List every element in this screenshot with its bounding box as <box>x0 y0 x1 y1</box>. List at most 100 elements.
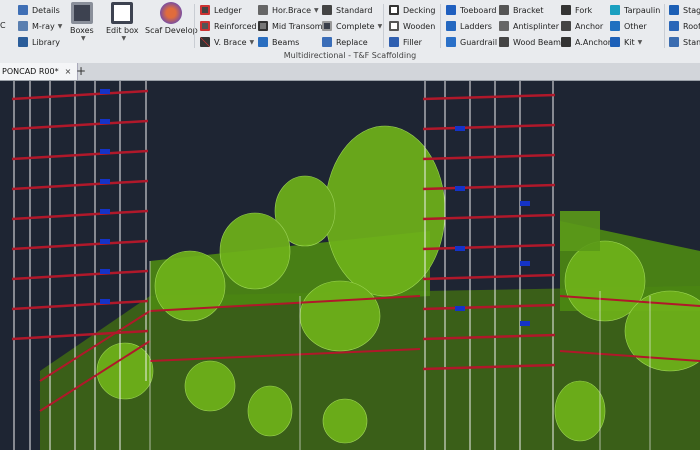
midtransom-button[interactable]: Mid Transom <box>258 19 323 33</box>
library-button[interactable]: Library <box>18 35 60 49</box>
replace-button[interactable]: Replace <box>322 35 368 49</box>
roof-label: Roof <box>683 21 700 31</box>
stage-label: Stage <box>683 5 700 15</box>
anchor-button[interactable]: Anchor <box>561 19 603 33</box>
other-icon <box>610 21 620 31</box>
bracket-icon <box>499 5 509 15</box>
ribbon-left-truncated: C <box>0 18 6 32</box>
replace-label: Replace <box>336 37 368 47</box>
vbrace-button[interactable]: V. Brace ▼ <box>200 35 254 49</box>
decking-icon <box>389 5 399 15</box>
mray-button[interactable]: M-ray ▼ <box>18 19 62 33</box>
antisplinter-button[interactable]: Antisplinter <box>499 19 559 33</box>
antisplinter-label: Antisplinter <box>513 21 560 31</box>
decking-label: Decking <box>403 5 436 15</box>
boxes-button[interactable]: Boxes ▼ <box>70 2 94 42</box>
guardrail-button[interactable]: Guardrail <box>446 35 497 49</box>
decking-button[interactable]: Decking <box>389 3 435 17</box>
standard-label: Standard <box>336 5 373 15</box>
complete-label: Complete <box>336 21 375 31</box>
kit-label: Kit <box>624 37 635 47</box>
chevron-down-icon: ▼ <box>121 35 127 42</box>
woodbeam-icon <box>499 37 509 47</box>
boxes-icon <box>70 2 93 24</box>
stand-label: Stand <box>683 37 700 47</box>
reinforced-label: Reinforced <box>214 21 257 31</box>
guardrail-label: Guardrail <box>460 37 498 47</box>
wooden-icon <box>389 21 399 31</box>
brace-icon <box>200 37 210 47</box>
horbrace-icon <box>258 5 268 15</box>
aanchor-button[interactable]: A.Anchor <box>561 35 611 49</box>
document-tab[interactable]: PONCAD R00* × <box>0 63 79 80</box>
tarpaulin-label: Tarpaulin <box>624 5 661 15</box>
replace-icon <box>322 37 332 47</box>
filler-icon <box>389 37 399 47</box>
standard-button[interactable]: Standard <box>322 3 372 17</box>
ribbon-separator <box>440 4 441 48</box>
other-button[interactable]: Other <box>610 19 647 33</box>
ladders-icon <box>446 21 456 31</box>
complete-button[interactable]: Complete ▼ <box>322 19 382 33</box>
reinforced-button[interactable]: Reinforced <box>200 19 257 33</box>
aanchor-icon <box>561 37 571 47</box>
roof-icon <box>669 21 679 31</box>
document-tab-bar: PONCAD R00* × + <box>0 63 700 81</box>
aanchor-label: A.Anchor <box>575 37 612 47</box>
fork-label: Fork <box>575 5 593 15</box>
new-tab-button[interactable]: + <box>76 64 86 78</box>
boxes-label: Boxes <box>70 26 94 35</box>
midtransom-icon <box>258 21 268 31</box>
kit-button[interactable]: Kit ▼ <box>610 35 642 49</box>
ledger-label: Ledger <box>214 5 242 15</box>
horbrace-label: Hor.Brace <box>272 5 312 15</box>
stage-button[interactable]: Stage <box>669 3 700 17</box>
woodbeam-button[interactable]: Wood Beam <box>499 35 561 49</box>
scaf-develop-label: Scaf Develop <box>145 26 198 35</box>
toeboard-label: Toeboard <box>460 5 497 15</box>
wooden-button[interactable]: Wooden <box>389 19 435 33</box>
stand-icon <box>669 37 679 47</box>
scaffold-3d-model <box>0 81 700 450</box>
library-label: Library <box>32 37 60 47</box>
ladders-label: Ladders <box>460 21 492 31</box>
stand-button[interactable]: Stand <box>669 35 700 49</box>
ribbon: C Details M-ray ▼ Library Boxes ▼ Edit box… <box>0 0 700 64</box>
anchor-icon <box>561 21 571 31</box>
beams-label: Beams <box>272 37 300 47</box>
details-icon <box>18 5 28 15</box>
details-button[interactable]: Details <box>18 3 60 17</box>
ledger-icon <box>200 5 210 15</box>
fork-button[interactable]: Fork <box>561 3 592 17</box>
stage-icon <box>669 5 679 15</box>
scaf-develop-button[interactable]: Scaf Develop <box>145 2 198 35</box>
guardrail-icon <box>446 37 456 47</box>
filler-button[interactable]: Filler <box>389 35 422 49</box>
filler-label: Filler <box>403 37 422 47</box>
reinforced-icon <box>200 21 210 31</box>
chevron-down-icon: ▼ <box>81 35 86 42</box>
beams-button[interactable]: Beams <box>258 35 299 49</box>
edit-box-button[interactable]: Edit box ▼ <box>106 2 139 42</box>
document-tab-title: PONCAD R00* <box>2 67 59 76</box>
vbrace-label: V. Brace <box>214 37 247 47</box>
tarpaulin-button[interactable]: Tarpaulin <box>610 3 660 17</box>
ladders-button[interactable]: Ladders <box>446 19 492 33</box>
ledger-button[interactable]: Ledger <box>200 3 242 17</box>
toeboard-button[interactable]: Toeboard <box>446 3 496 17</box>
ribbon-group-label: Multidirectional - T&F Scaffolding <box>283 51 417 60</box>
mray-icon <box>18 21 28 31</box>
chevron-down-icon: ▼ <box>57 22 63 30</box>
ribbon-separator <box>664 4 665 48</box>
bracket-button[interactable]: Bracket <box>499 3 543 17</box>
roof-button[interactable]: Roof <box>669 19 700 33</box>
other-label: Other <box>624 21 647 31</box>
chevron-down-icon: ▼ <box>314 6 319 14</box>
chevron-down-icon: ▼ <box>377 22 383 30</box>
complete-icon <box>322 21 332 31</box>
close-icon[interactable]: × <box>65 67 72 76</box>
edit-box-icon <box>111 2 134 24</box>
beams-icon <box>258 37 268 47</box>
model-viewport[interactable] <box>0 81 700 450</box>
horbrace-button[interactable]: Hor.Brace ▼ <box>258 3 319 17</box>
